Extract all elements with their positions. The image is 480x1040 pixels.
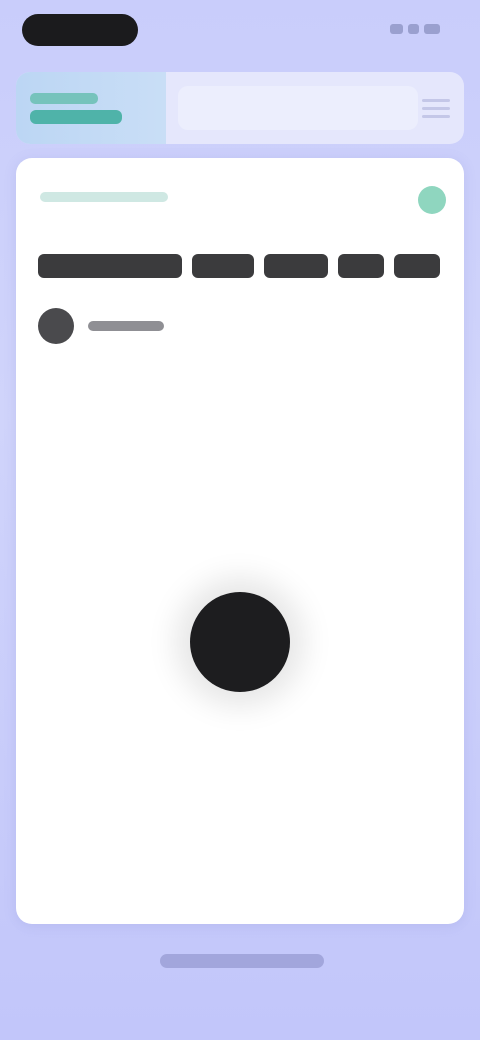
post-meta-text — [40, 192, 168, 202]
title-word — [264, 254, 328, 278]
menu-line — [422, 98, 450, 102]
home-indicator[interactable] — [160, 954, 324, 968]
status-bar — [0, 0, 480, 60]
author-name — [88, 321, 164, 331]
logo-mark-bottom — [30, 109, 122, 124]
avatar[interactable] — [38, 308, 74, 344]
author-row[interactable] — [38, 308, 164, 344]
title-word — [338, 254, 384, 278]
share-icon[interactable] — [418, 186, 446, 214]
battery-icon — [423, 24, 440, 34]
app-logo-icon[interactable] — [16, 72, 166, 144]
title-word — [38, 254, 182, 278]
post-meta — [40, 188, 400, 204]
signal-icon — [390, 24, 403, 34]
app-header — [16, 72, 464, 144]
logo-mark-top — [30, 92, 98, 104]
post-title — [38, 252, 444, 280]
wifi-icon — [407, 24, 419, 34]
post-card — [16, 158, 464, 924]
media-area[interactable] — [16, 368, 464, 908]
title-word — [192, 254, 254, 278]
title-word — [394, 254, 440, 278]
menu-icon[interactable] — [422, 94, 450, 122]
menu-line — [422, 114, 450, 118]
status-icons — [390, 22, 440, 36]
search-field[interactable] — [178, 86, 418, 130]
status-time-pill — [22, 14, 138, 46]
record-dot-icon[interactable] — [190, 592, 290, 692]
menu-line — [422, 106, 450, 110]
